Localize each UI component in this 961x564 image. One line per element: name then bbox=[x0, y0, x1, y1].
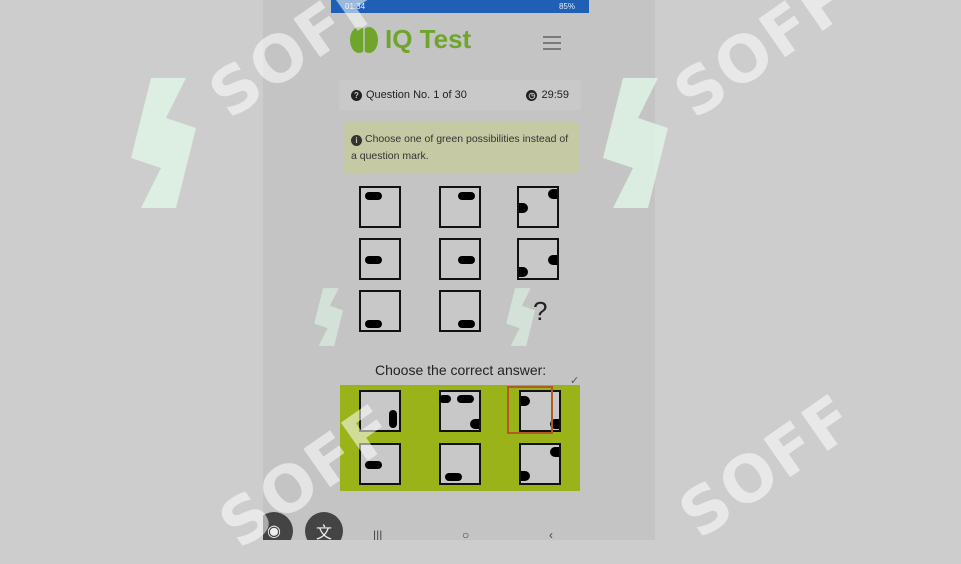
android-nav-bar: ||| ○ ‹ bbox=[373, 528, 553, 540]
clock-icon: ◷ bbox=[526, 89, 538, 101]
back-icon[interactable]: ‹ bbox=[549, 528, 553, 540]
puzzle-cell-2-2 bbox=[439, 238, 481, 280]
translate-button[interactable]: 文 bbox=[305, 512, 343, 540]
app-title: IQ Test bbox=[385, 24, 472, 54]
answer-prompt: Choose the correct answer: bbox=[375, 362, 547, 378]
answer-option-1[interactable] bbox=[359, 390, 401, 432]
puzzle-cell-2-1 bbox=[359, 238, 401, 280]
puzzle-cell-1-3 bbox=[517, 186, 559, 228]
hamburger-menu-icon[interactable] bbox=[543, 36, 561, 50]
info-icon: i bbox=[351, 135, 362, 146]
puzzle-cell-1-1 bbox=[359, 186, 401, 228]
home-icon[interactable]: ○ bbox=[462, 528, 469, 540]
missing-cell-question-mark: ? bbox=[533, 296, 548, 326]
answer-option-4[interactable] bbox=[359, 443, 401, 485]
selected-answer-highlight bbox=[507, 386, 553, 434]
answer-option-6[interactable] bbox=[519, 443, 561, 485]
recent-apps-icon[interactable]: ||| bbox=[373, 528, 382, 540]
status-time: 01:34 bbox=[345, 2, 366, 11]
timer: 29:59 bbox=[541, 89, 569, 101]
question-counter: Question No. 1 of 30 bbox=[366, 89, 467, 101]
answer-option-5[interactable] bbox=[439, 443, 481, 485]
app-header: IQ Test bbox=[263, 20, 655, 64]
instructions-text: Choose one of green possibilities instea… bbox=[351, 133, 569, 162]
watermark-text: SOFF bbox=[661, 0, 865, 134]
puzzle-cell-3-2 bbox=[439, 290, 481, 332]
lens-camera-button[interactable]: ◉ bbox=[263, 512, 293, 540]
question-icon: ? bbox=[351, 89, 362, 101]
brain-icon bbox=[350, 26, 378, 53]
puzzle-cell-2-3 bbox=[517, 238, 559, 280]
answer-option-2[interactable] bbox=[439, 390, 481, 432]
app-logo[interactable]: IQ Test bbox=[349, 24, 471, 55]
question-bar: ? Question No. 1 of 30 ◷ 29:59 bbox=[339, 80, 581, 110]
instructions-box: i Choose one of green possibilities inste… bbox=[343, 122, 579, 174]
status-bar: 01:34 85% bbox=[331, 0, 589, 13]
puzzle-cell-1-2 bbox=[439, 186, 481, 228]
phone-screen: 01:34 85% IQ Test ? Question No. 1 of 30… bbox=[263, 0, 655, 540]
status-battery: 85% bbox=[558, 2, 575, 11]
puzzle-cell-3-1 bbox=[359, 290, 401, 332]
watermark-logo-icon bbox=[131, 78, 196, 208]
watermark-text: SOFF bbox=[666, 380, 870, 554]
